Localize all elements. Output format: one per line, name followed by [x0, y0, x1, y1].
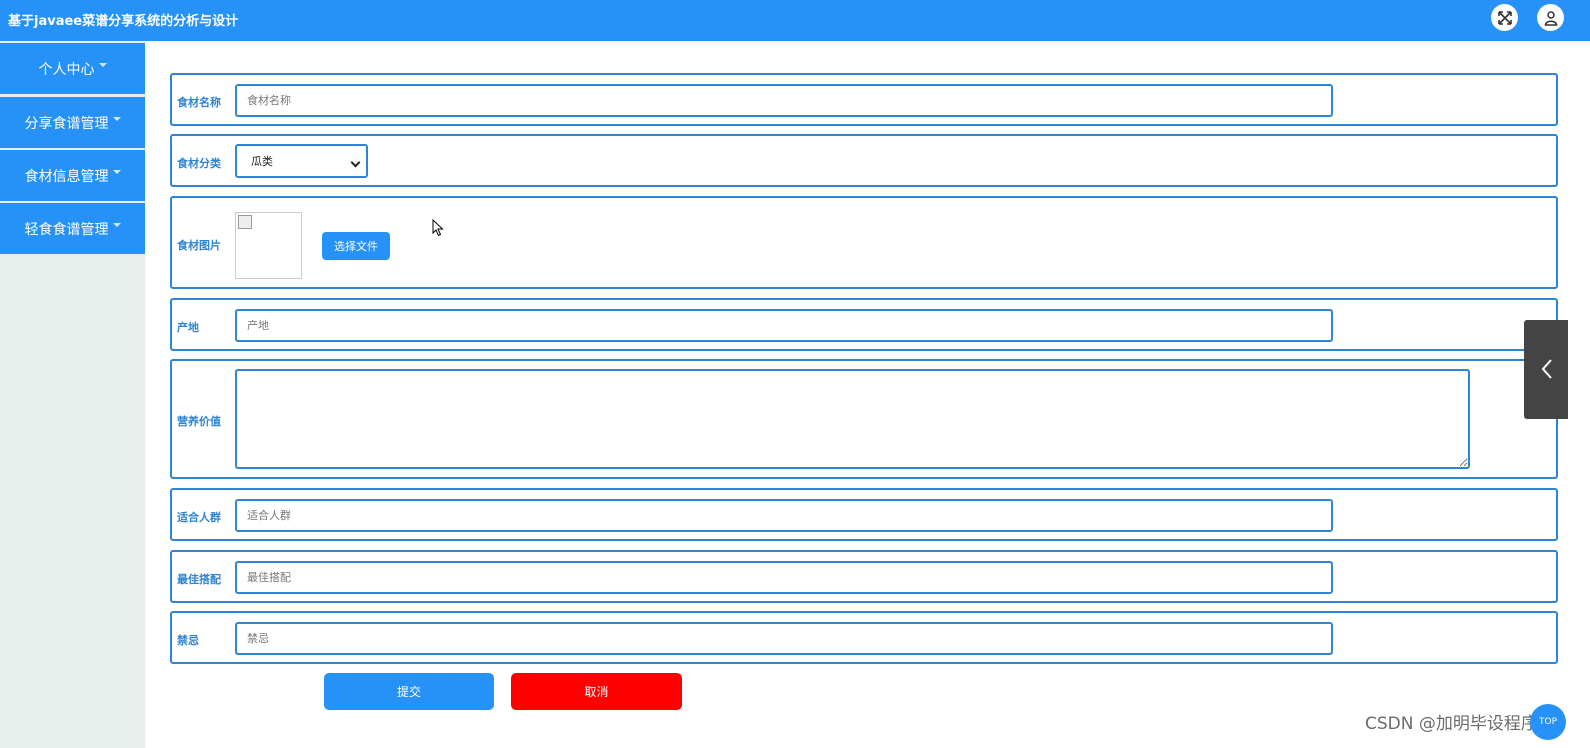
chevron-left-icon — [1541, 359, 1552, 379]
sidebar-item-ingredients[interactable]: 食材信息管理 — [0, 150, 145, 201]
cancel-button[interactable]: 取消 — [511, 673, 682, 710]
category-label: 食材分类 — [177, 157, 221, 170]
sidebar-item-personal-center[interactable]: 个人中心 — [0, 43, 145, 94]
user-button[interactable] — [1537, 4, 1564, 31]
suitable-input[interactable] — [235, 499, 1333, 532]
name-label: 食材名称 — [177, 96, 221, 109]
form-row-origin: 产地 — [170, 298, 1558, 351]
form-row-taboo: 禁忌 — [170, 611, 1558, 664]
image-label: 食材图片 — [177, 239, 221, 252]
caret-down-icon — [98, 62, 107, 67]
sidebar-item-label: 轻食食谱管理 — [24, 221, 109, 238]
top-header: 基于javaee菜谱分享系统的分析与设计 — [0, 0, 1590, 41]
sidebar-item-shared-recipes[interactable]: 分享食谱管理 — [0, 97, 145, 148]
image-preview — [235, 212, 302, 279]
submit-button[interactable]: 提交 — [324, 673, 494, 710]
fullscreen-icon — [1497, 10, 1512, 25]
chevron-down-icon — [350, 157, 361, 168]
form-row-suitable: 适合人群 — [170, 488, 1558, 541]
name-input[interactable] — [235, 84, 1333, 117]
form-row-image: 食材图片 选择文件 — [170, 196, 1558, 289]
nutrition-label: 营养价值 — [177, 415, 221, 428]
origin-label: 产地 — [177, 321, 199, 334]
caret-down-icon — [112, 222, 121, 227]
sidebar-item-label: 个人中心 — [38, 61, 95, 78]
taboo-label: 禁忌 — [177, 634, 199, 647]
fullscreen-button[interactable] — [1491, 4, 1518, 31]
broken-image-icon — [238, 215, 252, 229]
watermark: CSDN @加明毕设程序 — [1365, 714, 1538, 734]
form-row-category: 食材分类 瓜类 — [170, 134, 1558, 187]
sidebar-item-label: 分享食谱管理 — [24, 115, 109, 132]
form-row-nutrition: 营养价值 — [170, 359, 1558, 479]
app-title: 基于javaee菜谱分享系统的分析与设计 — [8, 14, 239, 29]
category-select[interactable]: 瓜类 — [235, 144, 368, 178]
suitable-label: 适合人群 — [177, 511, 221, 524]
caret-down-icon — [112, 169, 121, 174]
side-panel-toggle[interactable] — [1524, 320, 1568, 419]
nutrition-textarea[interactable] — [235, 369, 1470, 469]
form-row-name: 食材名称 — [170, 73, 1558, 126]
sidebar-item-light-recipes[interactable]: 轻食食谱管理 — [0, 203, 145, 254]
category-selected-value: 瓜类 — [251, 155, 273, 168]
user-icon — [1544, 10, 1557, 26]
mouse-cursor-icon — [432, 219, 444, 237]
origin-input[interactable] — [235, 309, 1333, 342]
choose-file-button[interactable]: 选择文件 — [322, 232, 390, 260]
caret-down-icon — [112, 116, 121, 121]
sidebar-item-label: 食材信息管理 — [24, 168, 109, 185]
pairing-label: 最佳搭配 — [177, 573, 221, 586]
form-row-pairing: 最佳搭配 — [170, 550, 1558, 603]
taboo-input[interactable] — [235, 622, 1333, 655]
pairing-input[interactable] — [235, 561, 1333, 594]
sidebar: 个人中心 分享食谱管理 食材信息管理 轻食食谱管理 — [0, 41, 145, 748]
back-to-top-button[interactable]: TOP — [1530, 704, 1566, 740]
